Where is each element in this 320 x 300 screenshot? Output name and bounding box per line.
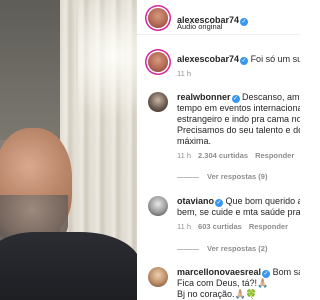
comment-text-line: máxima. [177,136,212,146]
comment-avatar[interactable] [148,92,168,112]
view-replies-label: Ver respostas (2) [207,244,268,253]
comment-text-line: estrangeiro e indo pra cama no [177,114,300,124]
replies-line [177,176,199,178]
comment-text-line: Bj no coração.🙏🏼🍀 [177,289,257,299]
window-light [78,0,137,140]
view-replies-button[interactable]: Ver respostas (9) [177,172,267,181]
comments-panel: alexescobar74 ✓ Áudio original alexescoba… [137,0,300,300]
comment-time: 11 h [177,69,192,78]
comment-avatar[interactable] [148,52,168,72]
reply-button[interactable]: Responder [249,222,288,231]
comment-text-line: Fica com Deus, tá?!🙏🏼 [177,278,269,288]
view-replies-button[interactable]: Ver respostas (2) [177,244,267,253]
comment-meta: 11 h 603 curtidas Responder [177,222,295,231]
comment-text-first: Que bom querido ar [225,196,300,206]
person-shirt [0,232,137,300]
background-wall [0,0,62,140]
audio-label[interactable]: Áudio original [177,22,222,31]
post-author-avatar[interactable] [148,8,168,28]
comment-text-line: Precisamos do seu talento e do [177,125,300,135]
comment-likes[interactable]: 603 curtidas [198,222,242,231]
comment-meta: 11 h 2.304 curtidas Responder [177,151,300,160]
comment-username[interactable]: marcellonovaesreal [177,267,261,277]
header-divider [137,34,300,35]
verified-icon: ✓ [231,95,240,103]
comment-text-first: Descanso, amig [242,92,300,102]
comment-text-line: tempo em eventos internacional [177,103,300,113]
view-replies-label: Ver respostas (9) [207,172,268,181]
verified-icon: ✓ [215,199,224,207]
comment-username[interactable]: otaviano [177,196,214,206]
comment-username[interactable]: alexescobar74 [177,54,239,64]
verified-icon: ✓ [240,57,249,65]
comment-text-line: bem, se cuide e mta saúde pra v [177,207,300,217]
comment-avatar[interactable] [148,196,168,216]
verified-icon: ✓ [262,270,271,278]
comment-likes[interactable]: 2.304 curtidas [198,151,248,160]
comment-avatar[interactable] [148,267,168,287]
comment-time: 11 h [177,222,192,231]
comment-time: 11 h [177,151,192,160]
comment-text-first: Bom sab [272,267,300,277]
post-header: alexescobar74 ✓ Áudio original [137,0,300,34]
comment-username[interactable]: realwbonner [177,92,231,102]
video-player[interactable] [0,0,137,300]
replies-line [177,248,199,250]
reply-button[interactable]: Responder [255,151,294,160]
comment-text: Foi só um sus [250,54,300,64]
verified-icon: ✓ [240,18,249,26]
